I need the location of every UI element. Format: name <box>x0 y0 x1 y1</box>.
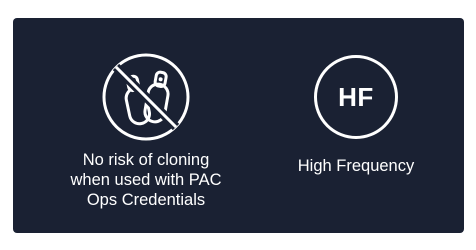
caption-line: Ops Credentials <box>86 191 206 209</box>
caption-line: when used with PAC <box>70 171 222 189</box>
high-frequency-badge-icon: HF <box>309 50 403 144</box>
feature-caption: No risk of cloning when used with PAC Op… <box>70 150 221 210</box>
hf-badge: HF <box>314 55 398 139</box>
features-card: No risk of cloning when used with PAC Op… <box>13 18 464 233</box>
feature-caption: High Frequency <box>297 157 415 175</box>
hf-badge-text: HF <box>338 81 374 112</box>
feature-high-frequency: HF High Frequency <box>266 50 446 176</box>
feature-no-cloning: No risk of cloning when used with PAC Op… <box>41 50 251 210</box>
no-cloning-key-fobs-icon <box>99 50 193 144</box>
caption-line: No risk of cloning <box>82 151 210 169</box>
